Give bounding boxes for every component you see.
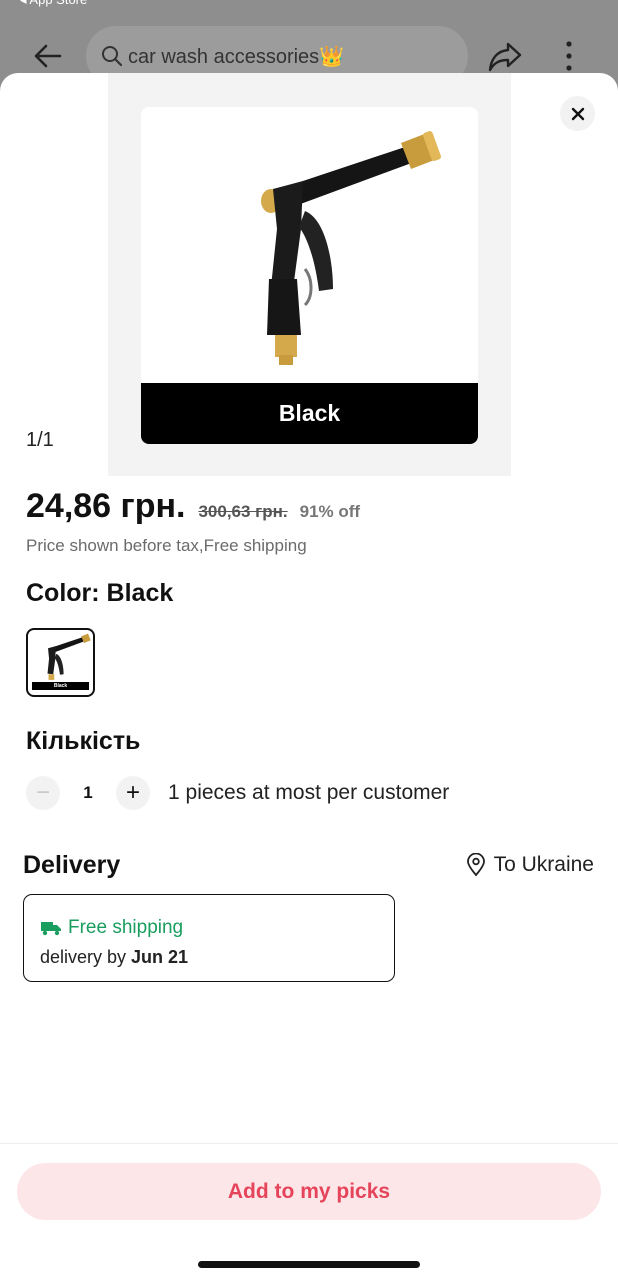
back-arrow-icon[interactable]: [30, 38, 66, 74]
product-image: Black: [141, 107, 478, 444]
spray-gun-image: [261, 131, 441, 365]
current-price: 24,86 грн.: [26, 487, 186, 525]
color-label: Color: Black: [26, 579, 174, 607]
share-icon[interactable]: [486, 38, 524, 74]
quantity-stepper: − 1 + 1 pieces at most per customer: [26, 776, 449, 810]
close-button[interactable]: [560, 96, 595, 131]
search-query: car wash accessories👑: [128, 46, 345, 68]
home-indicator: [198, 1261, 420, 1268]
delivery-date-line: delivery by Jun 21: [40, 947, 188, 968]
price-row: 24,86 грн. 300,63 грн. 91% off: [26, 487, 360, 526]
price-note: Price shown before tax,Free shipping: [26, 536, 307, 555]
product-gallery[interactable]: Black: [108, 73, 511, 476]
free-shipping-title: Free shipping: [40, 917, 183, 939]
image-counter: 1/1: [26, 429, 54, 451]
more-icon[interactable]: [560, 38, 578, 74]
color-option-black[interactable]: Black: [26, 628, 95, 697]
quantity-limit: 1 pieces at most per customer: [168, 781, 450, 804]
discount-badge: 91% off: [299, 502, 361, 521]
swatch-thumbnail: [47, 633, 91, 680]
close-icon: [571, 107, 584, 120]
quantity-label: Кількість: [26, 727, 141, 755]
original-price: 300,63 грн.: [198, 502, 288, 521]
free-shipping-text: Free shipping: [68, 917, 184, 938]
decrease-quantity-button[interactable]: −: [26, 776, 60, 810]
search-icon: [100, 44, 124, 73]
back-to-app-store[interactable]: ◂ App Store: [20, 0, 87, 8]
delivery-destination[interactable]: To Ukraine: [466, 853, 594, 877]
delivery-date-prefix: delivery by: [40, 947, 132, 967]
destination-text: To Ukraine: [493, 853, 594, 876]
footer-divider: [0, 1143, 618, 1144]
color-banner: Black: [141, 383, 478, 444]
add-to-picks-button[interactable]: Add to my picks: [17, 1163, 601, 1220]
sku-selection-sheet: Black 1/1 24,86 грн. 300,63 грн. 91% off…: [0, 73, 618, 1280]
shipping-option[interactable]: Free shipping delivery by Jun 21: [23, 894, 395, 982]
quantity-value: 1: [83, 783, 93, 802]
location-pin-icon: [466, 853, 485, 877]
swatch-label: Black: [32, 682, 89, 690]
delivery-label: Delivery: [23, 851, 121, 879]
delivery-date: Jun 21: [131, 947, 189, 967]
truck-icon: [41, 922, 61, 936]
increase-quantity-button[interactable]: +: [116, 776, 150, 810]
